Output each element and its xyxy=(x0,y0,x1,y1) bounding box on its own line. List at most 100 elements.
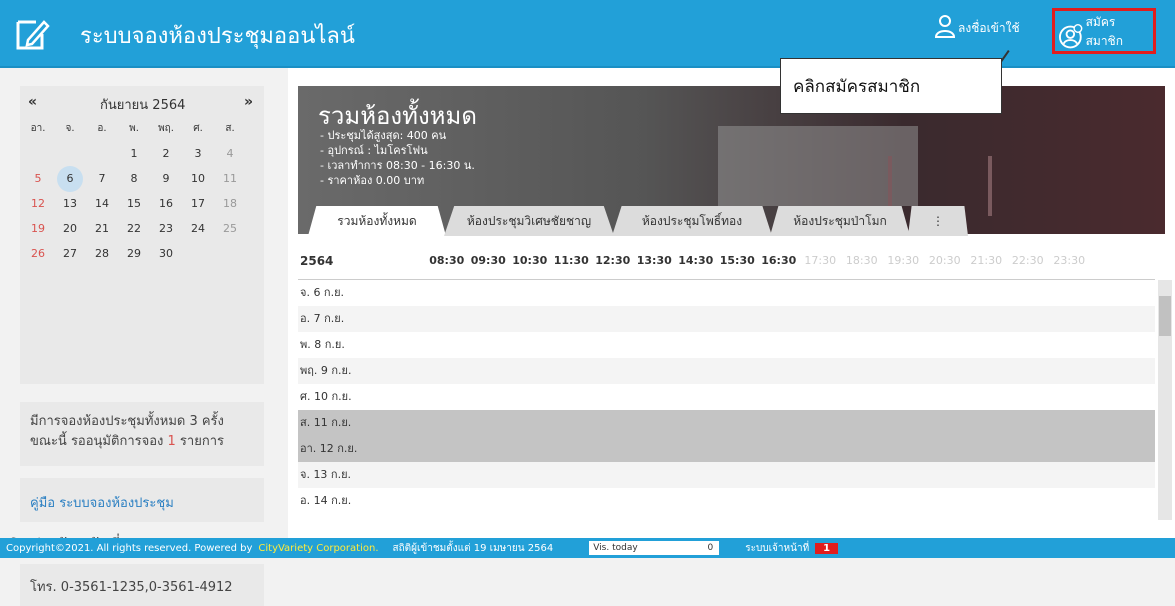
app-title[interactable]: ระบบจองห้องประชุมออนไลน์ xyxy=(80,18,355,53)
schedule-row[interactable]: ส. 11 ก.ย. xyxy=(298,410,1155,436)
schedule-date: จ. 6 ก.ย. xyxy=(300,286,345,299)
booking-total: มีการจองห้องประชุมทั้งหมด 3 ครั้ง xyxy=(30,414,224,429)
time-slot-label: 09:30 xyxy=(470,254,506,267)
footer: Copyright©2021. All rights reserved. Pow… xyxy=(0,538,1175,558)
schedule-slot-area[interactable] xyxy=(362,306,1155,332)
calendar-weekday: ศ. xyxy=(193,123,203,134)
calendar-week-row: 12 13 14 15 16 17 18 xyxy=(22,191,246,216)
schedule-slot-area[interactable] xyxy=(362,436,1155,462)
calendar-day[interactable]: 26 xyxy=(22,247,54,260)
schedule-slot-area[interactable] xyxy=(362,384,1155,410)
schedule-slot-area[interactable] xyxy=(362,358,1155,384)
calendar-day[interactable]: 13 xyxy=(54,197,86,210)
register-button[interactable]: สมัครสมาชิก xyxy=(1052,8,1156,54)
schedule-row[interactable]: อา. 12 ก.ย. xyxy=(298,436,1155,462)
calendar-day[interactable]: 28 xyxy=(86,247,118,260)
time-slot-label-inactive: 17:30 xyxy=(804,254,837,267)
register-label: สมัครสมาชิก xyxy=(1085,15,1123,48)
calendar-day[interactable]: 22 xyxy=(118,222,150,235)
schedule-row[interactable]: จ. 13 ก.ย. xyxy=(298,462,1155,488)
timeline-header: 2564 08:30 09:30 10:30 11:30 12:30 13:30 14:30… xyxy=(298,246,1155,280)
schedule-row[interactable]: ศ. 10 ก.ย. xyxy=(298,384,1155,410)
callout-note: คลิกสมัครสมาชิก xyxy=(780,58,1002,114)
schedule-slot-area[interactable] xyxy=(362,332,1155,358)
time-slot-label: 11:30 xyxy=(553,254,589,267)
edit-logo-icon[interactable] xyxy=(14,16,50,52)
vis-value: 0 xyxy=(707,543,714,553)
calendar-next-button[interactable]: » xyxy=(244,94,253,110)
calendar-day[interactable]: 16 xyxy=(150,197,182,210)
tab-all-rooms[interactable]: รวมห้องทั้งหมด xyxy=(308,206,446,236)
vis-label: Vis. today xyxy=(593,543,638,553)
calendar-day[interactable]: 5 xyxy=(22,172,54,185)
schedule-slot-area[interactable] xyxy=(362,462,1155,488)
calendar-day[interactable]: 14 xyxy=(86,197,118,210)
time-slot-label: 08:30 xyxy=(429,254,465,267)
calendar-day[interactable]: 24 xyxy=(182,222,214,235)
calendar-day[interactable]: 20 xyxy=(54,222,86,235)
tab-wisetchaichan[interactable]: ห้องประชุมวิเศษชัยชาญ xyxy=(444,206,614,236)
schedule-date: ส. 11 ก.ย. xyxy=(300,416,352,429)
schedule-row[interactable]: อ. 14 ก.ย. xyxy=(298,488,1155,514)
schedule-row[interactable]: จ. 6 ก.ย. xyxy=(298,280,1155,306)
schedule-row[interactable]: อ. 7 ก.ย. xyxy=(298,306,1155,332)
calendar-day[interactable]: 29 xyxy=(118,247,150,260)
calendar-day[interactable]: 11 xyxy=(214,172,246,185)
calendar-day[interactable]: 21 xyxy=(86,222,118,235)
timeline-scrollbar[interactable] xyxy=(1158,280,1172,520)
schedule-date: พ. 8 ก.ย. xyxy=(300,338,345,351)
schedule-date: ศ. 10 ก.ย. xyxy=(300,390,352,403)
schedule-slot-area[interactable] xyxy=(362,488,1155,514)
calendar-day[interactable]: 17 xyxy=(182,197,214,210)
calendar-day[interactable]: 9 xyxy=(150,172,182,185)
calendar-month: กันยายน 2564 xyxy=(100,98,186,113)
scrollbar-thumb[interactable] xyxy=(1159,296,1171,336)
booking-summary: มีการจองห้องประชุมทั้งหมด 3 ครั้ง ขณะนี้… xyxy=(20,402,264,466)
calendar-day[interactable]: 19 xyxy=(22,222,54,235)
contact-phone: โทร. 0-3561-1235,0-3561-4912 xyxy=(20,564,264,606)
calendar-day[interactable]: 4 xyxy=(214,147,246,160)
calendar-day[interactable]: 7 xyxy=(86,172,118,185)
calendar-grid: อา. จ. อ. พ. พฤ. ศ. ส. 1 2 3 4 5 6 7 8 9 10 11 12 13 14 15 16 1… xyxy=(22,116,246,266)
login-label: ลงชื่อเข้าใช้ xyxy=(958,21,1020,35)
calendar-prev-button[interactable]: « xyxy=(28,94,37,110)
staff-link[interactable]: ระบบเจ้าหน้าที่ xyxy=(745,541,809,556)
schedule-slot-area[interactable] xyxy=(362,280,1155,306)
time-slot-label-inactive: 19:30 xyxy=(887,254,920,267)
calendar-weekday: พฤ. xyxy=(158,123,174,134)
calendar-day[interactable]: 12 xyxy=(22,197,54,210)
calendar-day[interactable]: 15 xyxy=(118,197,150,210)
visitor-counter: Vis. today 0 xyxy=(589,541,720,555)
room-tabs: รวมห้องทั้งหมด ห้องประชุมวิเศษชัยชาญ ห้อ… xyxy=(298,206,1165,236)
calendar-today-marker[interactable]: 6 xyxy=(57,165,83,192)
calendar-day[interactable]: 25 xyxy=(214,222,246,235)
schedule-row[interactable]: พ. 8 ก.ย. xyxy=(298,332,1155,358)
tab-more[interactable]: ⋮ xyxy=(908,206,968,236)
calendar-day[interactable]: 6 xyxy=(54,165,86,192)
calendar-weekday-row: อา. จ. อ. พ. พฤ. ศ. ส. xyxy=(22,116,246,141)
tab-pamok[interactable]: ห้องประชุมป่าโมก xyxy=(770,206,910,236)
time-slot-label-inactive: 21:30 xyxy=(970,254,1003,267)
calendar-week-row: 19 20 21 22 23 24 25 xyxy=(22,216,246,241)
room-hours: - เวลาทำการ 08:30 - 16:30 น. xyxy=(320,159,475,172)
login-button[interactable]: ลงชื่อเข้าใช้ xyxy=(934,14,1020,38)
calendar-day[interactable]: 23 xyxy=(150,222,182,235)
calendar-day[interactable]: 2 xyxy=(150,147,182,160)
calendar-day[interactable]: 18 xyxy=(214,197,246,210)
copyright-text: Copyright©2021. All rights reserved. Pow… xyxy=(6,542,253,554)
pending-suffix: รายการ xyxy=(175,434,224,449)
calendar-weekday: จ. xyxy=(65,123,75,134)
calendar-day[interactable]: 8 xyxy=(118,172,150,185)
calendar-weekday: อ. xyxy=(97,123,107,134)
time-slot-label: 12:30 xyxy=(595,254,631,267)
calendar-day[interactable]: 3 xyxy=(182,147,214,160)
calendar-day[interactable]: 27 xyxy=(54,247,86,260)
calendar-day[interactable]: 1 xyxy=(118,147,150,160)
schedule-slot-area[interactable] xyxy=(362,410,1155,436)
schedule-row[interactable]: พฤ. 9 ก.ย. xyxy=(298,358,1155,384)
calendar-day[interactable]: 30 xyxy=(150,247,182,260)
company-link[interactable]: CityVariety Corporation. xyxy=(258,543,378,554)
manual-link[interactable]: คู่มือ ระบบจองห้องประชุม xyxy=(20,478,264,522)
calendar-day[interactable]: 10 xyxy=(182,172,214,185)
tab-photong[interactable]: ห้องประชุมโพธิ์ทอง xyxy=(612,206,772,236)
